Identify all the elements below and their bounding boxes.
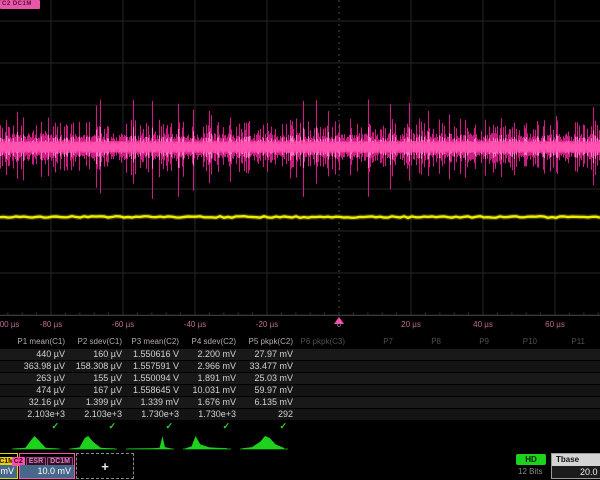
param-value: 158.308 µV	[76, 361, 122, 371]
status-check-icon: ✓	[279, 421, 287, 432]
time-axis-label: -80 µs	[32, 320, 70, 329]
trace-c1[interactable]	[0, 216, 600, 218]
add-trace-button[interactable]: +	[76, 453, 134, 479]
param-header-p5[interactable]: P5 pkpk(C2)	[249, 337, 293, 346]
table-row-background	[0, 349, 600, 361]
param-value: 25.03 mV	[254, 373, 293, 383]
param-value: 6.135 mV	[254, 397, 293, 407]
param-value: 2.966 mV	[197, 361, 236, 371]
param-value: 155 µV	[93, 373, 122, 383]
param-value: 1.339 mV	[140, 397, 179, 407]
time-axis-label: 60 µs	[536, 320, 574, 329]
status-check-icon: ✓	[165, 421, 173, 432]
param-value: 2.103e+3	[27, 409, 65, 419]
plus-icon: +	[101, 459, 109, 474]
param-value: 160 µV	[93, 349, 122, 359]
param-header-p11[interactable]: P11	[571, 337, 585, 346]
param-value: 1.730e+3	[141, 409, 179, 419]
resolution-label: 12 Bits	[518, 467, 542, 476]
histicon-row	[0, 433, 600, 451]
param-value: 292	[278, 409, 293, 419]
status-check-icon: ✓	[51, 421, 59, 432]
param-value: 440 µV	[36, 349, 65, 359]
param-value: 1.550616 V	[133, 349, 179, 359]
param-value: 10.031 mV	[192, 385, 236, 395]
param-header-p7[interactable]: P7	[383, 337, 393, 346]
table-row-background	[0, 373, 600, 385]
timebase-descriptor[interactable]: Tbase 20.0 µs	[551, 453, 600, 479]
channel-descriptor-c2[interactable]: C2ESRDC1M10.0 mV	[19, 453, 75, 479]
histicon-p3[interactable]	[126, 434, 174, 450]
time-axis-label: 40 µs	[464, 320, 502, 329]
param-value: 1.891 mV	[197, 373, 236, 383]
param-value: 59.97 mV	[254, 385, 293, 395]
param-value: 1.550094 V	[133, 373, 179, 383]
param-header-p9[interactable]: P9	[479, 337, 489, 346]
descriptor-strip: + HD 12 Bits Tbase 20.0 µs DC1M10.0 mVC2…	[0, 452, 600, 480]
param-value: 263 µV	[36, 373, 65, 383]
oscilloscope-screen: C2 DC1M -100 µs -80 µs -60 µs -40 µs -20 µs 0…	[0, 0, 600, 480]
param-value: 1.399 µV	[86, 397, 122, 407]
histicon-p4[interactable]	[183, 434, 231, 450]
trace-c2[interactable]	[0, 100, 600, 199]
histicon-plot	[183, 434, 231, 450]
param-value: 167 µV	[93, 385, 122, 395]
param-value: 33.477 mV	[249, 361, 293, 371]
status-check-icon: ✓	[222, 421, 230, 432]
param-value: 1.730e+3	[198, 409, 236, 419]
histicon-plot	[69, 434, 117, 450]
time-axis: -100 µs -80 µs -60 µs -40 µs -20 µs 0 20 µs 40 …	[0, 316, 600, 336]
trace-annotation-badge: C2 DC1M	[0, 0, 40, 9]
param-value: 474 µV	[36, 385, 65, 395]
histicon-plot	[12, 434, 60, 450]
table-row-background	[0, 385, 600, 397]
time-axis-label: 0	[320, 320, 358, 329]
hd-mode-badge[interactable]: HD	[516, 454, 546, 465]
histicon-plot	[126, 434, 174, 450]
param-value: 32.16 µV	[29, 397, 65, 407]
param-value: 1.558645 V	[133, 385, 179, 395]
param-header-p8[interactable]: P8	[431, 337, 441, 346]
param-value: 2.103e+3	[84, 409, 122, 419]
param-value: 363.98 µV	[24, 361, 65, 371]
param-header-p6[interactable]: P6 pkpk(C3)	[301, 337, 345, 346]
histicon-plot	[240, 434, 288, 450]
param-value: 2.200 mV	[197, 349, 236, 359]
param-header-p1[interactable]: P1 mean(C1)	[17, 337, 65, 346]
timebase-value: 20.0 µs	[552, 466, 600, 478]
param-header-p2[interactable]: P2 sdev(C1)	[78, 337, 122, 346]
time-axis-label: -60 µs	[104, 320, 142, 329]
param-header-p3[interactable]: P3 mean(C2)	[131, 337, 179, 346]
histicon-p5[interactable]	[240, 434, 288, 450]
time-axis-label: 20 µs	[392, 320, 430, 329]
time-axis-label: -40 µs	[176, 320, 214, 329]
param-header-p10[interactable]: P10	[523, 337, 537, 346]
timebase-label: Tbase	[552, 454, 600, 466]
param-value: 27.97 mV	[254, 349, 293, 359]
waveform-grid-area: C2 DC1M	[0, 0, 600, 316]
measurement-table: P1 mean(C1) 440 µV 363.98 µV 263 µV 474 µV 32…	[0, 336, 600, 434]
param-value: 1.676 mV	[197, 397, 236, 407]
histicon-p1[interactable]	[12, 434, 60, 450]
param-value: 1.557591 V	[133, 361, 179, 371]
histicon-p2[interactable]	[69, 434, 117, 450]
volts-per-div-value: 10.0 mV	[20, 465, 74, 478]
status-check-icon: ✓	[108, 421, 116, 432]
waveform-layer	[0, 0, 600, 316]
time-axis-label: -20 µs	[248, 320, 286, 329]
param-header-p4[interactable]: P4 sdev(C2)	[192, 337, 236, 346]
time-axis-label: -100 µs	[0, 320, 25, 329]
volts-per-div-value: 10.0 mV	[0, 465, 17, 478]
